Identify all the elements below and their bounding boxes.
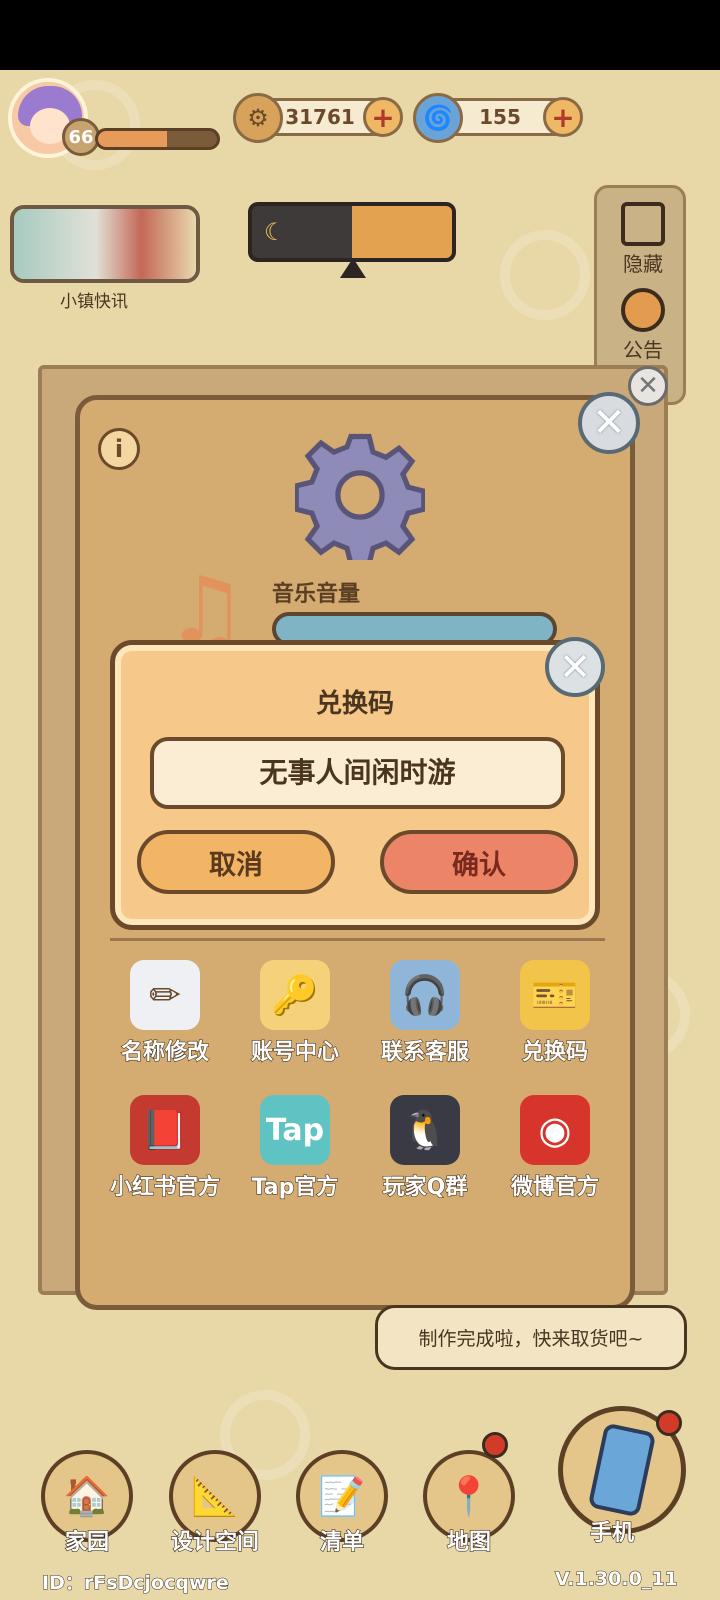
ticket-icon: 🎫 — [520, 960, 590, 1030]
hide-button[interactable]: 隐藏 — [597, 202, 689, 277]
penguin-icon: 🐧 — [390, 1095, 460, 1165]
moon-icon: ☾ — [264, 218, 286, 246]
grid-label: Tap官方 — [251, 1174, 339, 1200]
news-image — [14, 209, 196, 279]
tap-official-button[interactable]: Tap Tap官方 — [230, 1095, 360, 1225]
redeem-close-icon[interactable]: ✕ — [545, 637, 605, 697]
add-gems-button[interactable]: + — [543, 97, 583, 137]
gem-counter: 🌀 155 + — [413, 93, 583, 143]
map-notification-dot — [482, 1432, 508, 1458]
grid-label: 微博官方 — [510, 1174, 599, 1200]
xiaohongshu-button[interactable]: 📕 小红书官方 — [100, 1095, 230, 1225]
xp-bar-fill — [98, 131, 168, 147]
redeem-dialog-title: 兑换码 — [315, 689, 394, 719]
day-segment — [352, 206, 452, 258]
rename-button[interactable]: ✏ 名称修改 — [100, 960, 230, 1090]
grid-label: 联系客服 — [380, 1039, 469, 1065]
redeem-code-button[interactable]: 🎫 兑换码 — [490, 960, 620, 1090]
nav-list[interactable]: 📝 清单 — [292, 1450, 392, 1556]
coin-counter: ⚙ 31761 + — [233, 93, 403, 143]
grid-label: 账号中心 — [250, 1039, 339, 1065]
grid-label: 小红书官方 — [109, 1174, 220, 1200]
grid-label: 玩家Q群 — [382, 1174, 468, 1200]
pencil-icon: ✏ — [130, 960, 200, 1030]
player-id: ID：rFsDcjocqwre — [42, 1572, 230, 1595]
nav-design-space[interactable]: 📐 设计空间 — [165, 1450, 265, 1556]
grid-label: 兑换码 — [521, 1039, 588, 1065]
nav-label: 设计空间 — [170, 1529, 259, 1555]
background-close-icon[interactable]: ✕ — [628, 366, 668, 406]
nav-home[interactable]: 🏠 家园 — [37, 1450, 137, 1556]
status-bar — [0, 0, 720, 70]
xp-bar — [95, 128, 220, 150]
confirm-button[interactable]: 确认 — [380, 830, 578, 894]
grid-label: 名称修改 — [120, 1039, 209, 1065]
gear-icon — [295, 433, 425, 560]
version-label: V.1.30.0_11 — [555, 1568, 679, 1591]
weibo-official-button[interactable]: ◉ 微博官方 — [490, 1095, 620, 1225]
notice-button[interactable]: 公告 — [597, 288, 689, 363]
megaphone-icon — [621, 288, 665, 332]
add-coins-button[interactable]: + — [363, 97, 403, 137]
day-night-indicator: ☾ — [248, 202, 456, 262]
divider — [110, 938, 605, 941]
notice-label: 公告 — [623, 338, 663, 362]
phone-icon — [587, 1422, 657, 1518]
headset-icon: 🎧 — [390, 960, 460, 1030]
key-icon: 🔑 — [260, 960, 330, 1030]
weibo-icon: ◉ — [520, 1095, 590, 1165]
info-icon[interactable]: i — [98, 428, 140, 470]
nav-map[interactable]: 📍 地图 — [419, 1450, 519, 1556]
redeem-code-input[interactable]: 无事人间闲时游 — [150, 737, 565, 809]
fullscreen-icon — [621, 202, 665, 246]
redeem-code-dialog: 兑换码 无事人间闲时游 取消 确认 ✕ — [110, 637, 605, 930]
settings-close-icon[interactable]: ✕ — [578, 392, 640, 454]
customer-service-button[interactable]: 🎧 联系客服 — [360, 960, 490, 1090]
nav-label: 地图 — [446, 1529, 491, 1555]
phone-label: 手机 — [589, 1520, 635, 1546]
tap-icon: Tap — [260, 1095, 330, 1165]
nav-label: 清单 — [319, 1529, 364, 1555]
player-qq-group-button[interactable]: 🐧 玩家Q群 — [360, 1095, 490, 1225]
music-volume-label: 音乐音量 — [272, 582, 361, 607]
settings-grid: ✏ 名称修改 🔑 账号中心 🎧 联系客服 🎫 兑换码 📕 小红书官方 Tap T… — [100, 960, 620, 1290]
hide-label: 隐藏 — [623, 252, 663, 276]
cancel-button[interactable]: 取消 — [137, 830, 335, 894]
time-pointer — [340, 258, 366, 278]
account-center-button[interactable]: 🔑 账号中心 — [230, 960, 360, 1090]
phone-notification-dot — [656, 1410, 682, 1436]
town-news-label: 小镇快讯 — [60, 292, 128, 312]
nav-label: 家园 — [64, 1529, 109, 1555]
notification-bubble: 制作完成啦，快来取货吧~ — [375, 1305, 687, 1370]
town-news-card[interactable] — [10, 205, 200, 283]
background-decoration — [500, 230, 590, 320]
book-icon: 📕 — [130, 1095, 200, 1165]
